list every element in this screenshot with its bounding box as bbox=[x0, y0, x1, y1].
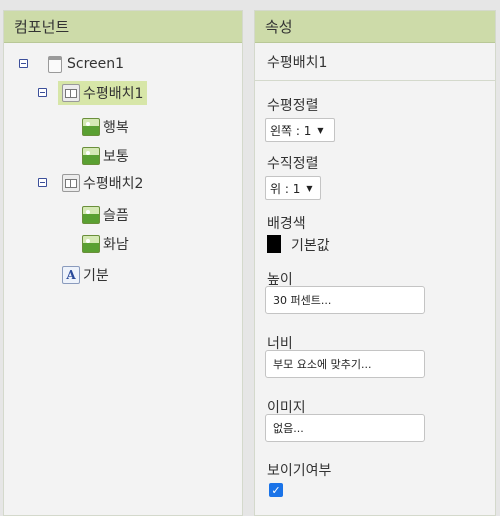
tree-item-label: 슬픔 bbox=[103, 208, 129, 224]
tree-item-label: 화남 bbox=[103, 237, 129, 253]
background-color-swatch[interactable] bbox=[267, 235, 281, 253]
align-vertical-dropdown[interactable]: 위 : 1 ▼ bbox=[265, 176, 321, 200]
image-field[interactable]: 없음... bbox=[265, 414, 425, 442]
align-vertical-value: 위 : 1 bbox=[270, 181, 301, 196]
tree-item-label: 수평배치1 bbox=[83, 86, 144, 102]
image-icon bbox=[82, 206, 100, 224]
visible-label: 보이기여부 bbox=[267, 463, 332, 479]
components-panel: 컴포넌트 Screen1 수평배치1 행복 보통 수평배치2 슬픔 화남 A 기… bbox=[3, 10, 243, 516]
tree-item-angry[interactable]: 화남 bbox=[82, 232, 129, 256]
image-icon bbox=[82, 235, 100, 253]
tree-item-arrangement2[interactable]: 수평배치2 bbox=[62, 171, 143, 195]
properties-panel: 속성 수평배치1 수평정렬 왼쪽 : 1 ▼ 수직정렬 위 : 1 ▼ 배경색 … bbox=[254, 10, 496, 516]
horizontal-arrangement-icon bbox=[62, 174, 80, 192]
selected-component-name: 수평배치1 bbox=[255, 43, 495, 81]
tree-item-screen1[interactable]: Screen1 bbox=[46, 52, 124, 76]
align-horizontal-dropdown[interactable]: 왼쪽 : 1 ▼ bbox=[265, 118, 335, 142]
properties-header: 속성 bbox=[255, 11, 495, 43]
tree-item-label: 기분 bbox=[83, 268, 109, 284]
label-icon: A bbox=[62, 266, 80, 284]
tree-item-label: 보통 bbox=[103, 149, 129, 165]
components-header: 컴포넌트 bbox=[4, 11, 242, 43]
tree-item-sad[interactable]: 슬픔 bbox=[82, 203, 129, 227]
image-icon bbox=[82, 147, 100, 165]
tree-item-happy[interactable]: 행복 bbox=[82, 115, 129, 139]
caret-down-icon: ▼ bbox=[317, 125, 324, 135]
tree-item-normal[interactable]: 보통 bbox=[82, 144, 129, 168]
align-horizontal-value: 왼쪽 : 1 bbox=[270, 123, 312, 138]
height-field[interactable]: 30 퍼센트... bbox=[265, 286, 425, 314]
tree-item-arrangement1[interactable]: 수평배치1 bbox=[58, 81, 148, 105]
collapse-arrangement2-toggle[interactable] bbox=[38, 178, 47, 187]
image-icon bbox=[82, 118, 100, 136]
visible-checkbox[interactable]: ✓ bbox=[269, 483, 283, 497]
align-vertical-label: 수직정렬 bbox=[267, 156, 319, 172]
tree-item-label: Screen1 bbox=[67, 56, 125, 72]
width-field[interactable]: 부모 요소에 맞추기... bbox=[265, 350, 425, 378]
tree-item-mood[interactable]: A 기분 bbox=[62, 263, 109, 287]
align-horizontal-label: 수평정렬 bbox=[267, 98, 319, 114]
caret-down-icon: ▼ bbox=[306, 183, 313, 193]
collapse-arrangement1-toggle[interactable] bbox=[38, 88, 47, 97]
background-color-value[interactable]: 기본값 bbox=[291, 235, 330, 255]
tree-item-label: 수평배치2 bbox=[83, 176, 144, 192]
tree-item-label: 행복 bbox=[103, 120, 129, 136]
background-color-label: 배경색 bbox=[267, 216, 306, 232]
screen-icon bbox=[48, 55, 62, 73]
collapse-screen1-toggle[interactable] bbox=[19, 59, 28, 68]
horizontal-arrangement-icon bbox=[62, 84, 80, 102]
checkmark-icon: ✓ bbox=[271, 483, 281, 497]
